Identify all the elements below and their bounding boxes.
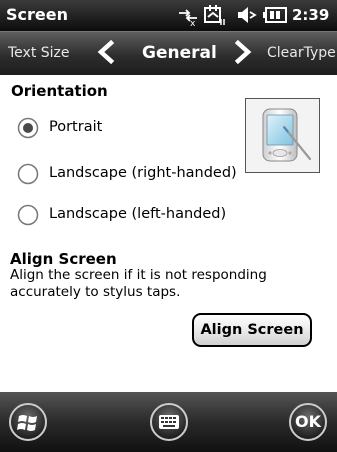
radio-label-portrait[interactable]: Portrait [49,119,102,135]
radio-landscape-right[interactable] [17,163,39,189]
align-screen-description-line1: Align the screen if it is not responding [10,267,267,283]
radio-label-landscape-left[interactable]: Landscape (left-handed) [49,206,226,222]
ok-label: OK [295,412,321,431]
data-sync-icon[interactable] [202,3,226,27]
radio-landscape-left[interactable] [17,204,39,230]
app-title: Screen [6,5,68,24]
tab-general[interactable]: General [142,43,217,63]
radio-selected-icon[interactable] [17,117,39,139]
chevron-right-icon[interactable] [232,40,254,64]
connectivity-icon[interactable]: x [176,6,200,26]
keyboard-icon[interactable] [149,402,189,442]
battery-icon[interactable] [262,5,288,25]
radio-portrait[interactable] [17,117,39,143]
align-screen-description-line2: accurately to stylus taps. [10,284,181,300]
tab-text-size[interactable]: Text Size [8,45,70,61]
svg-text:x: x [190,19,196,26]
volume-icon[interactable] [235,4,257,26]
clock: 2:39 [292,6,330,24]
tab-cleartype[interactable]: ClearType [267,45,336,61]
device-orientation-image [245,98,320,173]
pda-stylus-icon [262,108,312,162]
align-screen-button[interactable]: Align Screen [192,313,312,347]
radio-label-landscape-right[interactable]: Landscape (right-handed) [49,165,237,181]
radio-unselected-icon[interactable] [17,204,39,226]
chevron-left-icon[interactable] [95,40,117,64]
align-screen-heading: Align Screen [10,250,117,268]
radio-unselected-icon[interactable] [17,163,39,185]
orientation-heading: Orientation [11,82,108,100]
ok-button[interactable]: OK [288,402,328,442]
windows-start-icon[interactable] [8,402,48,442]
